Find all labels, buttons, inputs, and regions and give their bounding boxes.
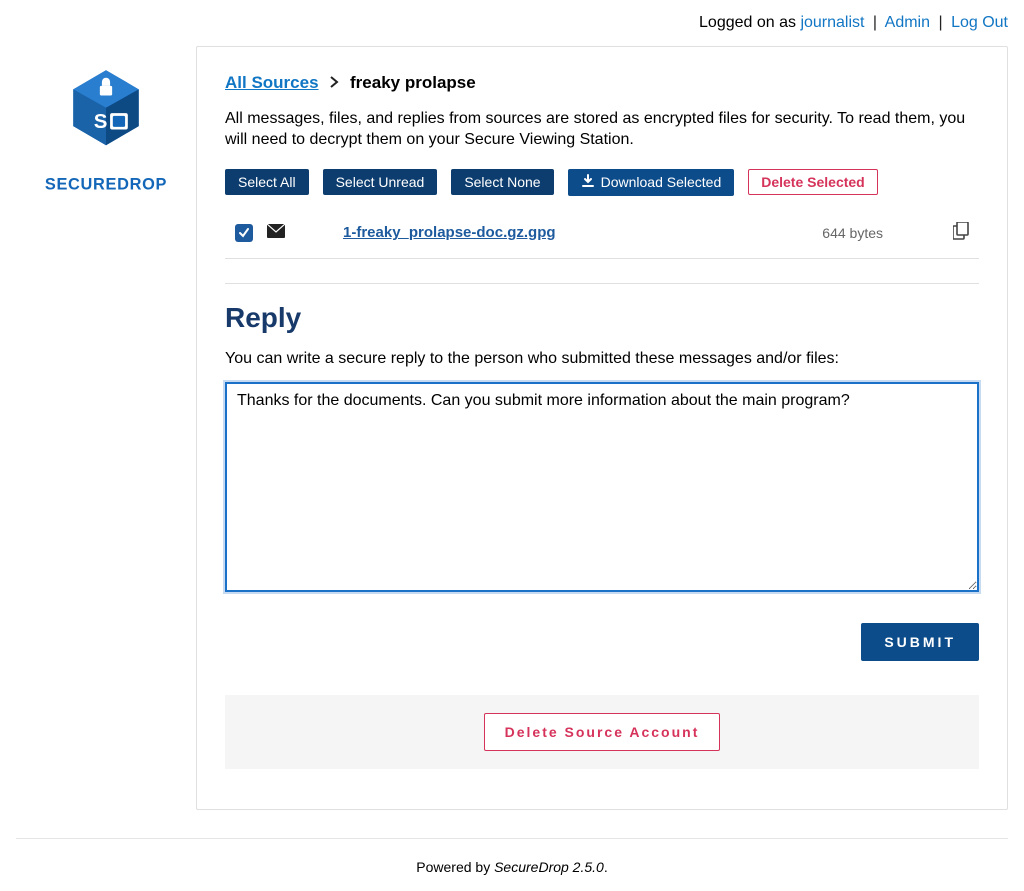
footer: Powered by SecureDrop 2.5.0. [0, 839, 1024, 891]
selection-toolbar: Select All Select Unread Select None Dow… [225, 169, 979, 196]
divider [225, 283, 979, 284]
brand-logo: S SECUREDROP [16, 46, 196, 215]
svg-text:SECUREDROP: SECUREDROP [45, 176, 167, 194]
intro-text: All messages, files, and replies from so… [225, 108, 979, 151]
reply-prompt: You can write a secure reply to the pers… [225, 350, 979, 368]
svg-text:S: S [94, 110, 108, 133]
submit-button[interactable]: SUBMIT [861, 623, 979, 661]
delete-source-button[interactable]: Delete Source Account [484, 713, 721, 751]
copy-icon[interactable] [953, 222, 969, 244]
submit-row: SUBMIT [225, 623, 979, 661]
main-panel: All Sources freaky prolapse All messages… [196, 46, 1008, 810]
logout-link[interactable]: Log Out [951, 14, 1008, 31]
reply-textarea[interactable] [225, 382, 979, 592]
file-checkbox[interactable] [235, 224, 253, 242]
file-name-link[interactable]: 1-freaky_prolapse-doc.gz.gpg [343, 224, 822, 241]
breadcrumb-root-link[interactable]: All Sources [225, 73, 319, 92]
delete-selected-button[interactable]: Delete Selected [748, 169, 878, 195]
reply-heading: Reply [225, 302, 979, 334]
username-link[interactable]: journalist [800, 14, 864, 31]
select-unread-button[interactable]: Select Unread [323, 169, 438, 195]
download-selected-button[interactable]: Download Selected [568, 169, 735, 196]
admin-link[interactable]: Admin [885, 14, 930, 31]
separator: | [873, 14, 877, 31]
file-row: 1-freaky_prolapse-doc.gz.gpg 644 bytes [225, 208, 979, 259]
select-all-button[interactable]: Select All [225, 169, 309, 195]
logged-on-prefix: Logged on as [699, 14, 800, 31]
check-icon [238, 227, 250, 239]
delete-source-section: Delete Source Account [225, 695, 979, 769]
separator: | [938, 14, 942, 31]
breadcrumb-current: freaky prolapse [350, 73, 476, 92]
download-icon [581, 174, 595, 191]
download-selected-label: Download Selected [601, 174, 722, 190]
footer-suffix: . [604, 859, 608, 875]
securedrop-logo-icon: S SECUREDROP [31, 60, 181, 210]
select-none-button[interactable]: Select None [451, 169, 553, 195]
breadcrumb: All Sources freaky prolapse [225, 73, 979, 94]
footer-product: SecureDrop 2.5.0 [494, 859, 604, 875]
chevron-right-icon [329, 73, 339, 93]
mail-icon [267, 224, 285, 242]
footer-prefix: Powered by [416, 859, 494, 875]
file-size: 644 bytes [822, 225, 883, 241]
topbar: Logged on as journalist | Admin | Log Ou… [0, 0, 1024, 46]
